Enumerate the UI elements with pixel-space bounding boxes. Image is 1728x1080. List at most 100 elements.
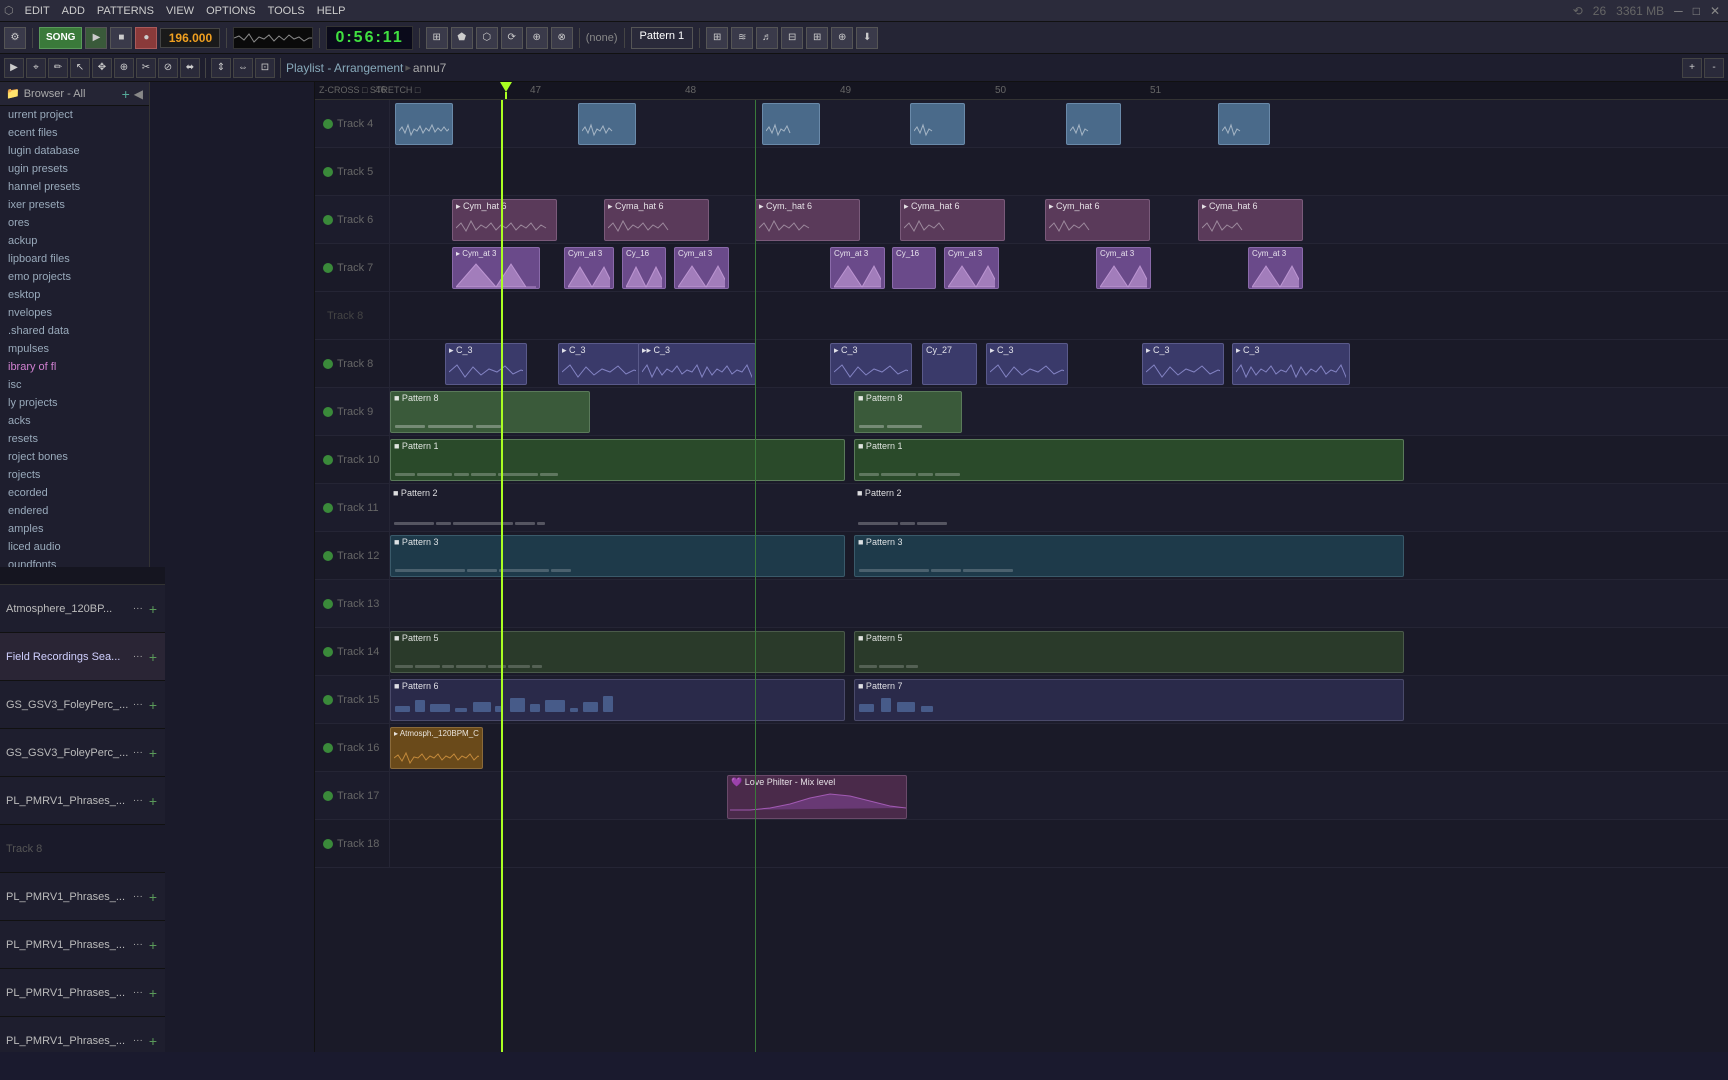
menu-view[interactable]: VIEW (161, 3, 199, 19)
clip-t4-3[interactable] (762, 103, 820, 145)
clip-t7-7[interactable]: Cym_at 3 (944, 247, 999, 289)
track-menu-btn-0[interactable]: ··· (133, 603, 143, 614)
browser-add-btn[interactable]: + (122, 86, 130, 102)
browser-item-current-project[interactable]: urrent project (0, 106, 149, 124)
browser-label[interactable]: Browser - All (24, 88, 86, 100)
clip-t7-1[interactable]: ▸ Cym_at 3 (452, 247, 540, 289)
track-content-14[interactable] (390, 580, 1728, 627)
playlist-move-btn[interactable]: ✥ (92, 58, 112, 78)
browser-item-rendered[interactable]: endered (0, 502, 149, 520)
track-label-phrases4[interactable]: PL_PMRV1_Phrases_... ··· + (0, 969, 165, 1017)
clip-t7-9[interactable]: Cym_at 3 (1248, 247, 1303, 289)
track-menu-btn-3[interactable]: ··· (133, 747, 143, 758)
track-content-16[interactable]: ■ Pattern 6 (390, 676, 1728, 723)
playlist-expand-btn[interactable]: ⇕ (211, 58, 231, 78)
clip-t4-4[interactable] (910, 103, 965, 145)
track-add-btn-0[interactable]: + (147, 601, 159, 617)
clip-t4-1[interactable] (395, 103, 453, 145)
browser-item-shared-data[interactable]: .shared data (0, 322, 149, 340)
clip-t13-1[interactable]: ■ Pattern 3 (390, 535, 845, 577)
browser-item-library-fl[interactable]: ibrary of fl (0, 358, 149, 376)
clip-t16-2[interactable]: ■ Pattern 7 (854, 679, 1404, 721)
piano-btn[interactable]: ♬ (756, 27, 778, 49)
track-content-7[interactable]: ▸ Cym_at 3 Cym_at 3 Cy_16 Cym_at 3 (390, 244, 1728, 291)
clip-t9-2[interactable]: ▸ C_3 (558, 343, 640, 385)
track-label-atmosphere[interactable]: Atmosphere_120BP... ··· + (0, 585, 165, 633)
clip-t7-2[interactable]: Cym_at 3 (564, 247, 614, 289)
track-label-phrases3[interactable]: PL_PMRV1_Phrases_... ··· + (0, 921, 165, 969)
play-btn[interactable]: ▶ (85, 27, 107, 49)
close-btn[interactable]: ✕ (1706, 4, 1724, 18)
track-content-11[interactable]: ■ Pattern 1 ■ Pattern 1 (390, 436, 1728, 483)
clip-t9-1[interactable]: ▸ C_3 (445, 343, 527, 385)
song-mode-btn[interactable]: SONG (39, 27, 82, 49)
browser-item-mixer-presets[interactable]: ixer presets (0, 196, 149, 214)
playlist-zoom-btn[interactable]: ⊕ (114, 58, 134, 78)
system-icon-1[interactable]: ⟲ (1569, 4, 1587, 18)
playlist-pencil-btn[interactable]: ✏ (48, 58, 68, 78)
step-btn[interactable]: ⊟ (781, 27, 803, 49)
clip-t7-6[interactable]: Cy_16 (892, 247, 936, 289)
settings-btn[interactable]: ⚙ (4, 27, 26, 49)
clip-t9-4[interactable]: ▸ C_3 (830, 343, 912, 385)
clip-t15-1[interactable]: ■ Pattern 5 (390, 631, 845, 673)
track-content-6[interactable]: ▸ Cym_hat 6 ▸ Cyma_hat 6 ▸ Cym._hat 6 ▸ … (390, 196, 1728, 243)
playlist-mute-btn[interactable]: ⊘ (158, 58, 178, 78)
track-label-phrases5[interactable]: PL_PMRV1_Phrases_... ··· + (0, 1017, 165, 1052)
clip-t11-2[interactable]: ■ Pattern 1 (854, 439, 1404, 481)
pattern-selector[interactable]: Pattern 1 (631, 27, 694, 49)
track-content-8[interactable] (390, 292, 1728, 339)
browser-item-desktop[interactable]: esktop (0, 286, 149, 304)
track-add-btn-2[interactable]: + (147, 697, 159, 713)
clip-t16-1[interactable]: ■ Pattern 6 (390, 679, 845, 721)
browser-item-project-bones[interactable]: roject bones (0, 448, 149, 466)
browser-item-plugin-presets[interactable]: ugin presets (0, 160, 149, 178)
snap-btn[interactable]: ⊞ (426, 27, 448, 49)
track-menu-btn-2[interactable]: ··· (133, 699, 143, 710)
track-add-btn-4[interactable]: + (147, 793, 159, 809)
browser-item-soundfonts[interactable]: oundfonts (0, 556, 149, 567)
track-add-btn-6[interactable]: + (147, 937, 159, 953)
clip-t9-6[interactable]: ▸ C_3 (986, 343, 1068, 385)
playlist-headphones-btn[interactable]: ⌖ (26, 58, 46, 78)
track-add-btn-7[interactable]: + (147, 985, 159, 1001)
track-menu-btn-4[interactable]: ··· (133, 795, 143, 806)
track-menu-btn-7[interactable]: ··· (133, 987, 143, 998)
clip-t11-1[interactable]: ■ Pattern 1 (390, 439, 845, 481)
browser-item-channel-presets[interactable]: hannel presets (0, 178, 149, 196)
browser-item-presets[interactable]: resets (0, 430, 149, 448)
clip-t7-8[interactable]: Cym_at 3 (1096, 247, 1151, 289)
stop-btn[interactable]: ■ (110, 27, 132, 49)
track-label-track8[interactable]: Track 8 (0, 825, 165, 873)
record-btn[interactable]: ● (135, 27, 157, 49)
clip-t10-1[interactable]: ■ Pattern 8 (390, 391, 590, 433)
browser-item-clipboard-files[interactable]: lipboard files (0, 250, 149, 268)
browser-btn[interactable]: ⊞ (806, 27, 828, 49)
tool-btn3[interactable]: ⟳ (501, 27, 523, 49)
playhead-marker[interactable] (500, 82, 512, 100)
track-content-9[interactable]: ▸ C_3 ▸ C_3 ▸▸ C_3 ▸ C_3 (390, 340, 1728, 387)
browser-item-my-projects[interactable]: ly projects (0, 394, 149, 412)
minimize-btn[interactable]: ─ (1670, 4, 1687, 18)
track-menu-btn-8[interactable]: ··· (133, 1035, 143, 1046)
track-content-5[interactable] (390, 148, 1728, 195)
clip-t4-2[interactable] (578, 103, 636, 145)
clip-t9-8[interactable]: ▸ C_3 (1232, 343, 1350, 385)
browser-item-cores[interactable]: ores (0, 214, 149, 232)
browser-item-samples[interactable]: amples (0, 520, 149, 538)
playlist-zoom-out-btn[interactable]: - (1704, 58, 1724, 78)
track-content-12[interactable]: ■ Pattern 2 ■ Pattern 2 (390, 484, 1728, 531)
playlist-prop-btn[interactable]: ⊡ (255, 58, 275, 78)
tool-btn2[interactable]: ⬡ (476, 27, 498, 49)
tool-btn1[interactable]: ⬟ (451, 27, 473, 49)
clip-t7-3[interactable]: Cy_16 (622, 247, 666, 289)
browser-collapse-btn[interactable]: ◀ (134, 87, 143, 101)
plugin-btn[interactable]: ⊕ (831, 27, 853, 49)
menu-tools[interactable]: TOOLS (263, 3, 310, 19)
menu-edit[interactable]: EDIT (20, 3, 55, 19)
browser-item-impulses[interactable]: mpulses (0, 340, 149, 358)
system-icon-3[interactable]: 3361 MB (1612, 4, 1668, 18)
clip-t9-7[interactable]: ▸ C_3 (1142, 343, 1224, 385)
browser-item-envelopes[interactable]: nvelopes (0, 304, 149, 322)
playlist-play-btn[interactable]: ▶ (4, 58, 24, 78)
